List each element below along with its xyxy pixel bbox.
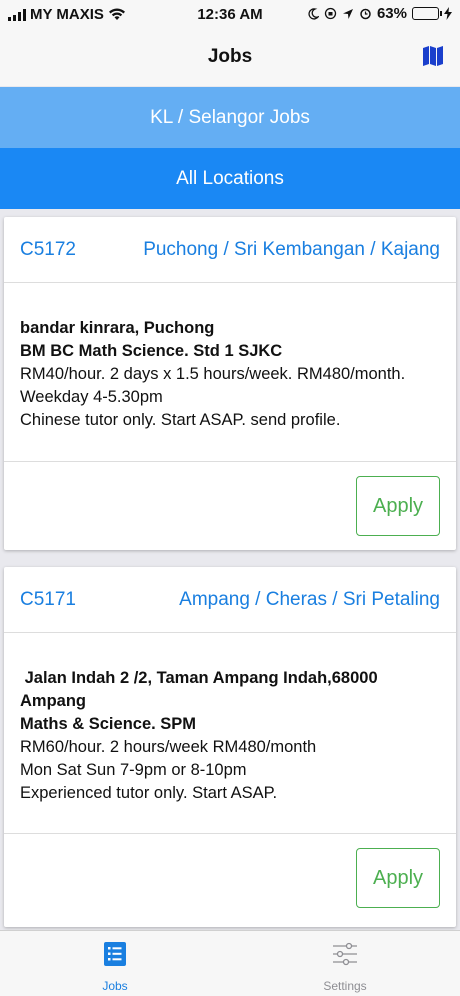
job-card-footer: Apply: [4, 461, 456, 550]
all-locations-button[interactable]: All Locations: [0, 148, 460, 209]
job-card-header: C5172 Puchong / Sri Kembangan / Kajang: [4, 217, 456, 283]
battery-icon: [412, 7, 442, 20]
job-code: C5171: [20, 589, 76, 610]
job-location: bandar kinrara, Puchong: [20, 319, 215, 337]
map-icon[interactable]: [422, 45, 444, 67]
job-area: Ampang / Cheras / Sri Petaling: [179, 589, 440, 610]
tab-settings-label: Settings: [323, 979, 367, 993]
job-card: C5171 Ampang / Cheras / Sri Petaling Jal…: [4, 567, 456, 927]
location-arrow-icon: [342, 8, 353, 19]
moon-icon: [308, 7, 319, 20]
job-detail-line: RM40/hour. 2 days x 1.5 hours/week. RM48…: [20, 365, 406, 383]
apply-button[interactable]: Apply: [356, 476, 440, 536]
job-card-footer: Apply: [4, 833, 456, 927]
job-detail-line: Mon Sat Sun 7-9pm or 8-10pm: [20, 761, 247, 779]
job-detail-line: Weekday 4-5.30pm: [20, 388, 163, 406]
tab-jobs[interactable]: Jobs: [0, 931, 230, 996]
apply-label: Apply: [372, 866, 424, 889]
page-title: Jobs: [207, 46, 253, 67]
job-subjects: BM BC Math Science. Std 1 SJKC: [20, 342, 283, 360]
kl-selangor-jobs-button[interactable]: KL / Selangor Jobs: [0, 87, 460, 148]
job-subjects: Maths & Science. SPM: [20, 715, 197, 733]
job-details: bandar kinrara, Puchong BM BC Math Scien…: [20, 317, 440, 432]
orientation-lock-icon: [324, 7, 337, 20]
apply-label: Apply: [372, 494, 424, 517]
sliders-icon: [333, 942, 357, 966]
job-detail-line: RM60/hour. 2 hours/week RM480/month: [20, 738, 317, 756]
job-detail-line: Chinese tutor only. Start ASAP. send pro…: [20, 411, 341, 429]
apply-button[interactable]: Apply: [356, 848, 440, 908]
job-details: Jalan Indah 2 /2, Taman Ampang Indah,680…: [20, 667, 440, 805]
job-area: Puchong / Sri Kembangan / Kajang: [143, 239, 440, 260]
tab-settings[interactable]: Settings: [230, 931, 460, 996]
job-code: C5172: [20, 239, 76, 260]
job-card-header: C5171 Ampang / Cheras / Sri Petaling: [4, 567, 456, 633]
kl-selangor-jobs-label: KL / Selangor Jobs: [150, 106, 310, 128]
battery-percent: 63%: [376, 5, 407, 22]
tab-bar: Jobs Settings: [0, 930, 460, 996]
all-locations-label: All Locations: [176, 167, 284, 189]
job-card: C5172 Puchong / Sri Kembangan / Kajang b…: [4, 217, 456, 550]
status-right: 63%: [307, 5, 452, 22]
job-detail-line: Experienced tutor only. Start ASAP.: [20, 784, 278, 802]
tab-jobs-label: Jobs: [102, 979, 128, 993]
charging-bolt-icon: [444, 7, 452, 20]
alarm-icon: [360, 8, 371, 20]
nav-bar: Jobs: [0, 30, 460, 86]
status-bar: MY MAXIS 12:36 AM 63%: [0, 0, 460, 30]
list-icon: [104, 942, 126, 966]
job-location: Jalan Indah 2 /2, Taman Ampang Indah,680…: [20, 669, 382, 710]
